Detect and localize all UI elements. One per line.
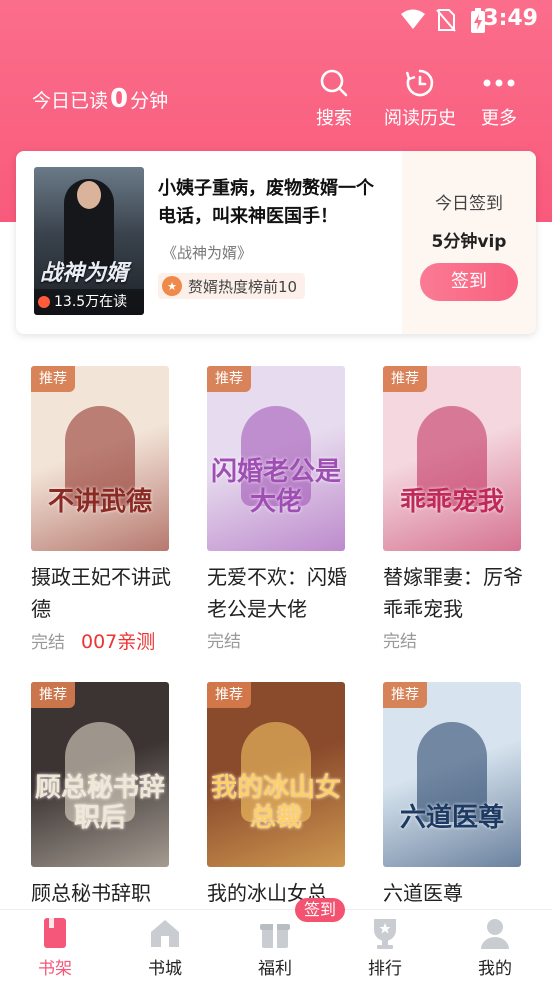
book-title[interactable]: 六道医尊 (383, 877, 523, 909)
tab-ranking[interactable]: 排行 (330, 916, 440, 979)
book-title[interactable]: 替嫁罪妻：厉爷乖乖宠我 (383, 561, 523, 625)
history-icon (405, 69, 434, 97)
rank-text: 赘婿热度榜前10 (188, 277, 298, 296)
book-item[interactable]: 推荐闪婚老公是大佬无爱不欢：闪婚老公是大佬完结 (207, 366, 357, 652)
book-status: 完结 007亲测 (31, 627, 181, 654)
search-icon (320, 69, 348, 97)
reading-history-button[interactable]: 阅读历史 (374, 68, 466, 130)
featured-book-card[interactable]: 战神为婿 13.5万在读 小姨子重病，废物赘婿一个电话，叫来神医国手！ 《战神为… (16, 151, 536, 334)
today-read-minutes: 0 (110, 84, 129, 114)
book-cover[interactable]: 推荐六道医尊 (383, 682, 521, 867)
book-item[interactable]: 推荐乖乖宠我替嫁罪妻：厉爷乖乖宠我完结 (383, 366, 533, 652)
book-status: 完结 (207, 627, 357, 652)
search-label: 搜索 (316, 108, 352, 129)
book-cover[interactable]: 推荐不讲武德 (31, 366, 169, 551)
status-time: 3:49 (483, 6, 538, 31)
tab-welfare-label: 福利 (258, 959, 292, 979)
wifi-icon (400, 8, 426, 34)
book-item[interactable]: 推荐不讲武德摄政王妃不讲武德完结 007亲测 (31, 366, 181, 654)
featured-book-cover[interactable]: 战神为婿 13.5万在读 (34, 167, 144, 315)
bottom-tab-bar: 书架 书城 福利 排行 我的 (0, 909, 552, 984)
search-button[interactable]: 搜索 (294, 68, 374, 130)
book-cover[interactable]: 推荐 我的冰山女总裁 (207, 682, 345, 867)
book-title[interactable]: 摄政王妃不讲武德 (31, 561, 171, 625)
sign-in-label: 今日签到 (435, 194, 503, 214)
book-status-text: 完结 (31, 633, 65, 653)
book-status-text: 完结 (207, 632, 241, 652)
ranking-icon (374, 919, 396, 949)
featured-book-name: 《战神为婿》 (162, 244, 253, 262)
more-icon (483, 79, 515, 87)
bookstore-icon (151, 920, 179, 947)
book-cover[interactable]: 推荐 闪婚老公是大佬 (207, 366, 345, 551)
book-item[interactable]: 推荐 六道医尊 六道医尊 (383, 682, 533, 909)
recommend-tag: 推荐 (383, 682, 427, 708)
sign-in-panel: 今日签到 5分钟vip 签到 (402, 151, 536, 334)
medal-icon: ★ (162, 276, 182, 296)
recommend-tag: 推荐 (383, 366, 427, 392)
bookshelf-icon (44, 918, 66, 948)
today-read-prefix: 今日已读 (32, 90, 109, 112)
status-bar: 3:49 (0, 0, 552, 38)
featured-cover-title: 战神为婿 (40, 260, 129, 286)
cover-title-art: 不讲武德 (47, 487, 152, 517)
book-status-text: 完结 (383, 632, 417, 652)
no-sim-icon (436, 8, 456, 36)
more-label: 更多 (481, 108, 517, 129)
recommend-tag: 推荐 (207, 682, 251, 708)
profile-icon (481, 919, 509, 949)
book-item[interactable]: 推荐 我的冰山女总裁 我的冰山女总 (207, 682, 357, 909)
book-cover[interactable]: 推荐乖乖宠我 (383, 366, 521, 551)
readers-count-text: 13.5万在读 (54, 294, 128, 310)
book-status: 完结 (383, 627, 533, 652)
readers-count: 13.5万在读 (34, 289, 144, 315)
book-item[interactable]: 推荐顾总秘书辞职后顾总秘书辞职 (31, 682, 181, 909)
more-button[interactable]: 更多 (466, 68, 532, 130)
book-cover[interactable]: 推荐 顾总秘书辞职后 (31, 682, 169, 867)
recommend-tag: 推荐 (207, 366, 251, 392)
cover-title-art: 顾总秘书辞职后 (34, 773, 165, 833)
reading-history-label: 阅读历史 (384, 108, 456, 129)
sign-in-button[interactable]: 签到 (420, 263, 518, 301)
flame-icon (38, 296, 50, 308)
featured-title[interactable]: 小姨子重病，废物赘婿一个电话，叫来神医国手！ (158, 175, 390, 231)
cover-title-art: 六道医尊 (399, 803, 504, 833)
tab-bookstore-label: 书城 (148, 959, 182, 979)
sign-in-reward: 5分钟vip (431, 232, 507, 252)
book-promo: 007亲测 (81, 631, 156, 653)
cover-title-art: 闪婚老公是大佬 (210, 457, 341, 517)
cover-face (77, 181, 101, 209)
gift-icon (260, 924, 290, 948)
today-read-suffix: 分钟 (130, 90, 169, 112)
tab-profile[interactable]: 我的 (440, 916, 550, 979)
tab-bookshelf-label: 书架 (38, 959, 72, 979)
today-read-summary: 今日已读 0 分钟 (32, 84, 168, 114)
tab-welfare[interactable]: 福利 (220, 916, 330, 979)
recommend-tag: 推荐 (31, 682, 75, 708)
tab-profile-label: 我的 (478, 959, 512, 979)
book-title[interactable]: 顾总秘书辞职 (31, 877, 171, 909)
rank-badge: ★ 赘婿热度榜前10 (158, 273, 306, 299)
tab-ranking-label: 排行 (368, 959, 402, 979)
recommend-tag: 推荐 (31, 366, 75, 392)
cover-title-art: 我的冰山女总裁 (210, 773, 341, 833)
book-title[interactable]: 无爱不欢：闪婚老公是大佬 (207, 561, 347, 625)
tab-bookshelf[interactable]: 书架 (0, 916, 110, 979)
tab-bookstore[interactable]: 书城 (110, 916, 220, 979)
cover-title-art: 乖乖宠我 (399, 487, 504, 517)
welfare-sign-in-badge[interactable]: 签到 (295, 898, 345, 922)
header-actions: 搜索 阅读历史 更多 (294, 68, 532, 130)
